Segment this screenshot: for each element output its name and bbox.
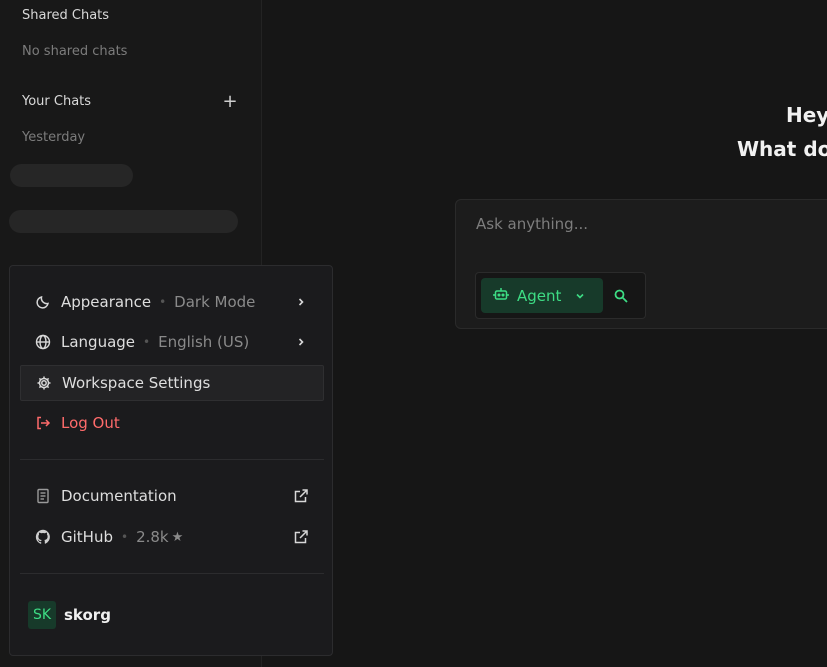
chevron-down-icon: [575, 287, 585, 305]
menu-item-appearance[interactable]: Appearance • Dark Mode: [20, 284, 324, 320]
workspace-settings-label: Workspace Settings: [62, 374, 211, 392]
github-stars-count: 2.8k: [136, 528, 169, 546]
appearance-label: Appearance: [61, 293, 152, 311]
search-icon: [614, 288, 628, 307]
greeting-line-2: What do y: [737, 137, 827, 161]
menu-divider: [20, 573, 324, 574]
username: skorg: [64, 606, 111, 624]
add-chat-button[interactable]: +: [220, 92, 240, 112]
menu-item-documentation[interactable]: Documentation: [20, 478, 324, 514]
logout-label: Log Out: [61, 414, 120, 432]
user-menu: Appearance • Dark Mode Language • Englis…: [9, 265, 333, 656]
no-shared-chats-text: No shared chats: [22, 44, 128, 59]
menu-item-logout[interactable]: Log Out: [20, 405, 324, 441]
external-link-icon: [292, 528, 310, 546]
main-area: [262, 0, 827, 667]
agent-mode-button[interactable]: Agent: [481, 278, 603, 313]
logout-icon: [34, 414, 52, 432]
github-icon: [34, 528, 52, 546]
greeting-line-1: Hey,: [786, 103, 827, 127]
star-icon: ★: [171, 529, 184, 545]
external-link-icon: [292, 487, 310, 505]
document-icon: [34, 487, 52, 505]
your-chats-title: Your Chats: [22, 94, 92, 109]
menu-item-github[interactable]: GitHub • 2.8k ★: [20, 519, 324, 555]
chat-group-label: Yesterday: [22, 130, 86, 145]
avatar: SK: [28, 601, 56, 629]
app-root: Shared Chats No shared chats Your Chats …: [0, 0, 827, 667]
gear-icon: [35, 374, 53, 392]
chat-item-skeleton: [9, 210, 238, 233]
search-button[interactable]: [610, 286, 632, 308]
moon-icon: [34, 293, 52, 311]
globe-icon: [34, 333, 52, 351]
chat-input[interactable]: [476, 212, 816, 236]
chat-composer: Agent: [455, 199, 827, 329]
chat-item-skeleton: [10, 164, 133, 187]
documentation-label: Documentation: [61, 487, 177, 505]
composer-toolbar: Agent: [475, 272, 646, 319]
chevron-right-icon: [292, 333, 310, 351]
chevron-right-icon: [292, 293, 310, 311]
menu-item-language[interactable]: Language • English (US): [20, 324, 324, 360]
menu-divider: [20, 459, 324, 460]
menu-item-workspace-settings[interactable]: Workspace Settings: [20, 365, 324, 401]
language-label: Language: [61, 333, 136, 351]
shared-chats-title: Shared Chats: [22, 8, 110, 23]
agent-label: Agent: [517, 286, 562, 305]
language-value: English (US): [158, 333, 250, 351]
appearance-value: Dark Mode: [174, 293, 256, 311]
user-profile[interactable]: SK skorg: [28, 601, 111, 629]
robot-icon: [493, 286, 509, 306]
github-label: GitHub: [61, 528, 113, 546]
